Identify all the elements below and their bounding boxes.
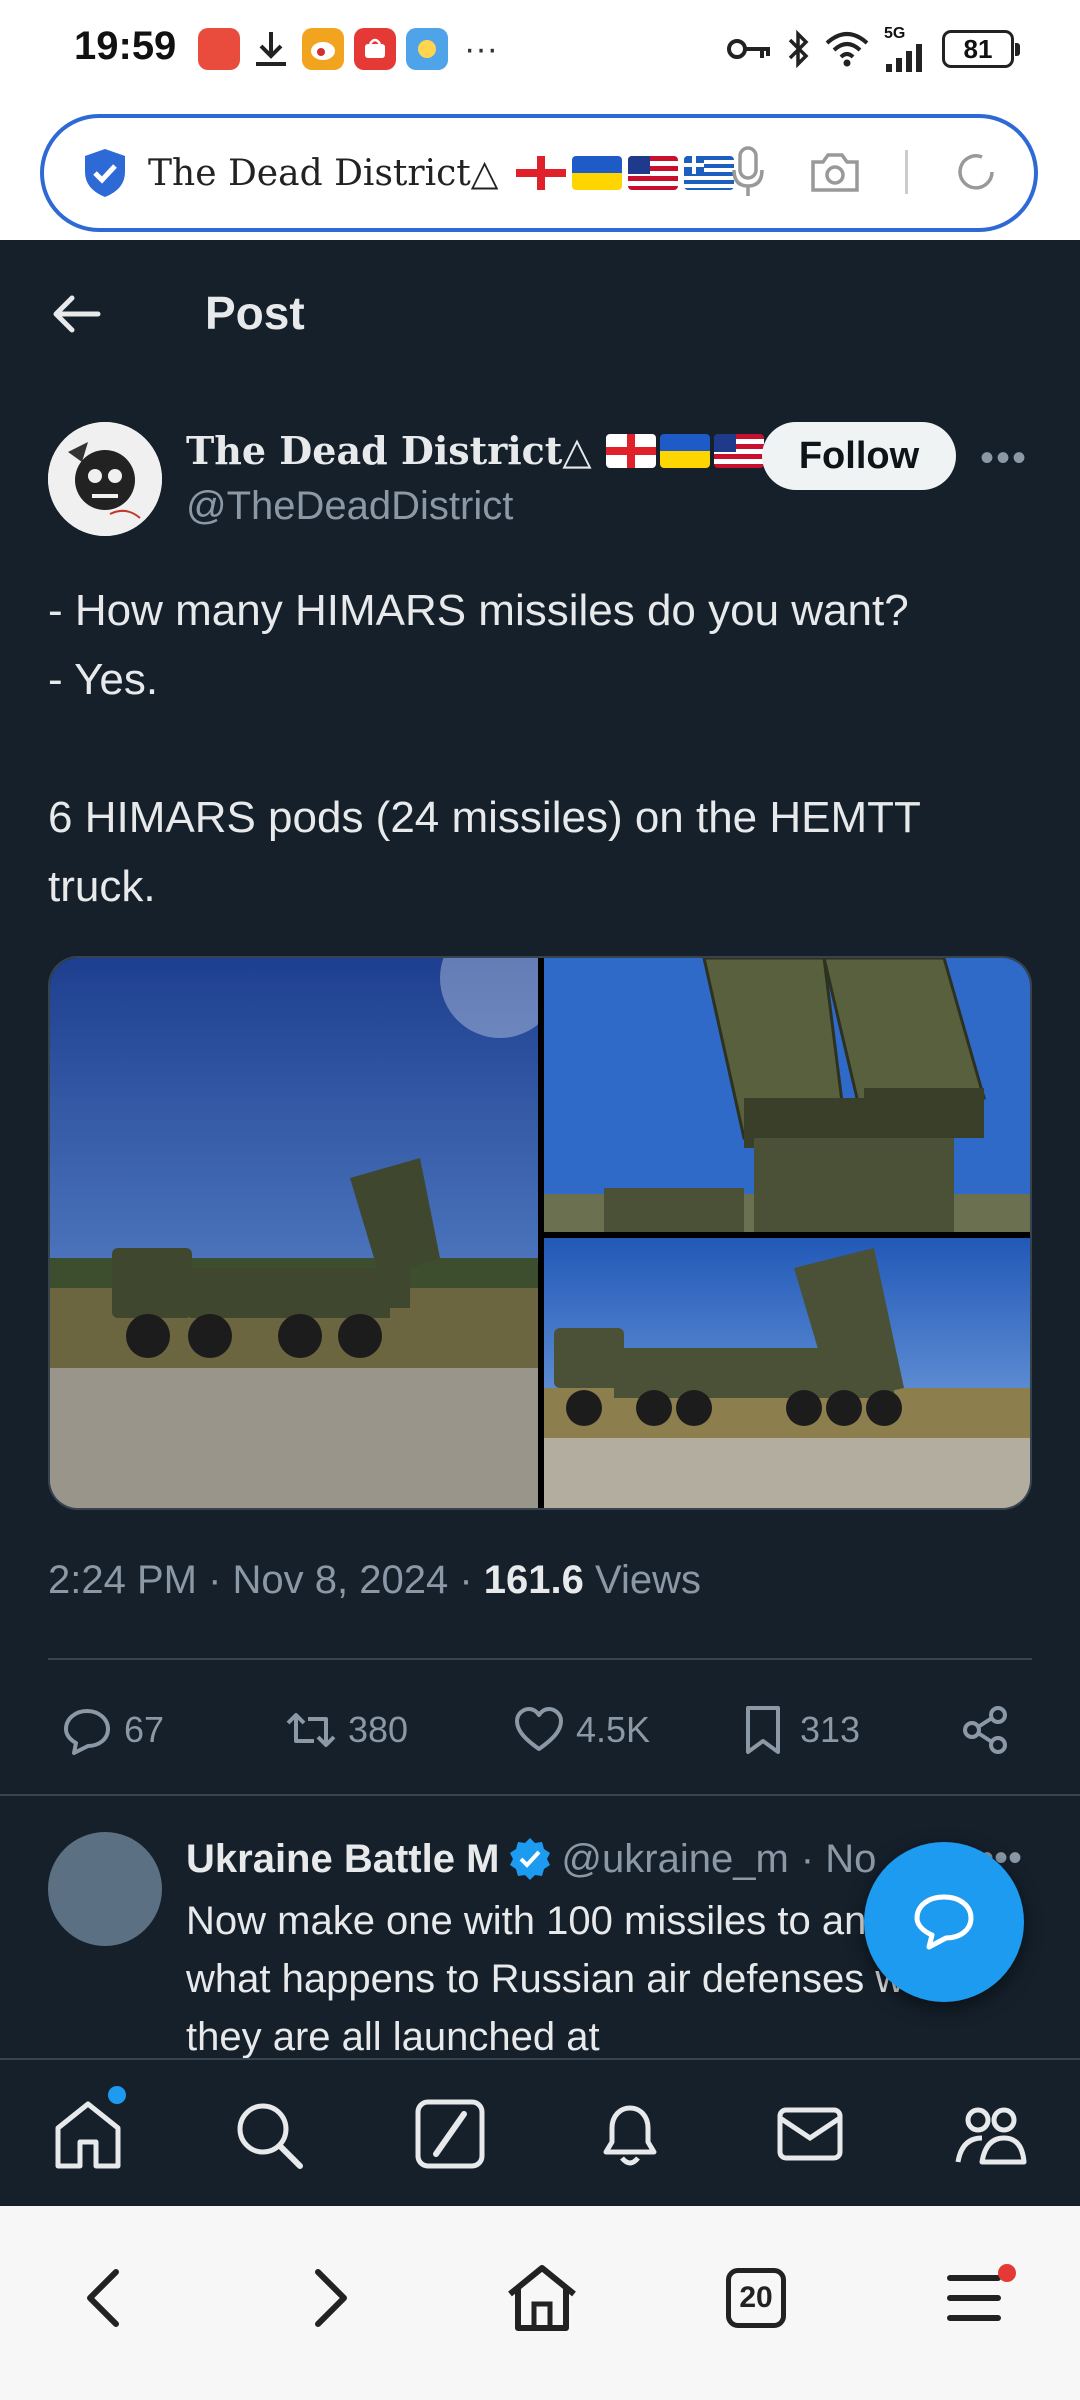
grok-icon[interactable] xyxy=(412,2096,488,2172)
like-button[interactable]: 4.5K xyxy=(512,1690,650,1770)
reply-author-name[interactable]: Ukraine Battle M xyxy=(186,1837,499,1882)
bookmark-icon xyxy=(746,1706,780,1754)
post-date: Nov 8, 2024 xyxy=(232,1558,449,1602)
more-notifications-icon: ··· xyxy=(464,29,498,68)
communities-icon[interactable] xyxy=(952,2096,1028,2172)
author-name[interactable]: The Dead District△ xyxy=(186,428,818,473)
bookmark-count: 313 xyxy=(800,1709,861,1750)
post-text-line: 6 HIMARS pods (24 missiles) on the HEMTT… xyxy=(48,793,921,911)
post-text-line: - Yes. xyxy=(48,655,159,704)
network-type: 5G xyxy=(884,25,906,42)
ukraine-flag-icon xyxy=(572,156,623,190)
verified-badge-icon xyxy=(510,1838,551,1880)
browser-forward-icon[interactable] xyxy=(288,2258,368,2338)
address-flags xyxy=(516,156,735,190)
huawei-store-icon xyxy=(354,28,396,70)
repost-button[interactable]: 380 xyxy=(284,1690,408,1770)
media-grid xyxy=(48,956,1032,1510)
post-text-line: - How many HIMARS missiles do you want? xyxy=(48,586,909,635)
wifi-icon xyxy=(825,32,869,67)
browser-tabs-button[interactable]: 20 xyxy=(726,2268,786,2328)
address-separator xyxy=(905,150,908,194)
search-icon[interactable] xyxy=(230,2096,306,2172)
status-bar: 19:59 ··· 5G 81 xyxy=(0,0,1080,100)
reply-button[interactable]: 67 xyxy=(60,1690,164,1770)
photo-himars-3[interactable] xyxy=(544,1238,1030,1508)
address-bar[interactable]: The Dead District△ xyxy=(40,114,1038,232)
chat-bubble-icon xyxy=(914,1894,974,1950)
heart-icon xyxy=(515,1707,563,1751)
bookmark-button[interactable]: 313 xyxy=(736,1690,860,1770)
photo-himars-1[interactable] xyxy=(50,958,538,1508)
home-icon[interactable] xyxy=(50,2096,126,2172)
author-name-text: The Dead District△ xyxy=(186,428,592,473)
menu-notification-dot xyxy=(998,2264,1016,2282)
x-post-page: Post The Dead District△ @TheDeadDistrict… xyxy=(0,240,1080,2206)
repost-icon xyxy=(286,1713,336,1747)
back-arrow-icon[interactable] xyxy=(48,286,104,342)
more-options-icon[interactable]: ••• xyxy=(980,436,1028,481)
post-meta: 2:24 PM · Nov 8, 2024 · 161.6 Views xyxy=(48,1558,702,1602)
cellular-signal-icon: 5G xyxy=(884,26,928,72)
download-icon xyxy=(250,28,292,70)
reply-icon xyxy=(64,1709,110,1755)
browser-bottom-toolbar: 20 xyxy=(0,2206,1080,2400)
post-header: Post xyxy=(0,240,1080,386)
reply-avatar[interactable] xyxy=(48,1832,162,1946)
weibo-icon xyxy=(302,28,344,70)
ukraine-flag-icon xyxy=(659,433,710,468)
notifications-bell-icon[interactable] xyxy=(592,2096,668,2172)
weather-icon xyxy=(406,28,448,70)
follow-button[interactable]: Follow xyxy=(762,422,956,490)
reply-time: · No xyxy=(800,1836,877,1881)
bluetooth-icon xyxy=(788,29,809,69)
post-actions: 67 380 4.5K 313 xyxy=(0,1690,1080,1770)
compose-reply-button[interactable] xyxy=(864,1842,1024,2002)
georgia-flag-icon xyxy=(605,433,656,468)
x-bottom-nav xyxy=(0,2058,1080,2206)
browser-toolbar: The Dead District△ xyxy=(0,100,1080,240)
post-time: 2:24 PM xyxy=(48,1558,197,1602)
messages-mail-icon[interactable] xyxy=(772,2096,848,2172)
refresh-icon[interactable] xyxy=(952,148,1000,196)
battery-indicator: 81 xyxy=(942,30,1020,68)
page-title: Post xyxy=(205,287,305,339)
app-notification-icon xyxy=(198,28,240,70)
share-button[interactable] xyxy=(958,1690,1012,1770)
usa-flag-icon xyxy=(628,156,679,190)
views-count: 161.6 xyxy=(483,1558,584,1602)
divider xyxy=(48,1658,1032,1660)
reply-count: 67 xyxy=(124,1709,165,1750)
browser-back-icon[interactable] xyxy=(66,2258,146,2338)
home-notification-dot xyxy=(108,2086,126,2104)
address-actions xyxy=(731,146,1000,198)
reply-author-handle[interactable]: @ukraine_m xyxy=(561,1837,788,1882)
like-count: 4.5K xyxy=(576,1709,651,1750)
address-text: The Dead District△ xyxy=(148,152,499,194)
shield-icon xyxy=(85,149,125,197)
views-label: Views xyxy=(595,1558,702,1602)
clock: 19:59 xyxy=(74,24,177,68)
photo-himars-2[interactable] xyxy=(544,958,1030,1232)
camera-icon[interactable] xyxy=(809,150,861,194)
system-icons: 5G 81 xyxy=(726,26,1020,72)
author-avatar[interactable] xyxy=(48,422,162,536)
repost-count: 380 xyxy=(348,1709,409,1750)
microphone-icon[interactable] xyxy=(731,146,765,198)
post-text: - How many HIMARS missiles do you want? … xyxy=(48,576,1038,921)
georgia-flag-icon xyxy=(516,156,567,190)
share-icon xyxy=(963,1706,1007,1754)
greece-flag-icon xyxy=(684,156,735,190)
notification-icons: ··· xyxy=(198,28,498,70)
vpn-key-icon xyxy=(727,39,770,59)
browser-home-icon[interactable] xyxy=(502,2258,582,2338)
usa-flag-icon xyxy=(713,433,764,468)
author-handle[interactable]: @TheDeadDistrict xyxy=(186,484,513,529)
divider xyxy=(0,1794,1080,1796)
